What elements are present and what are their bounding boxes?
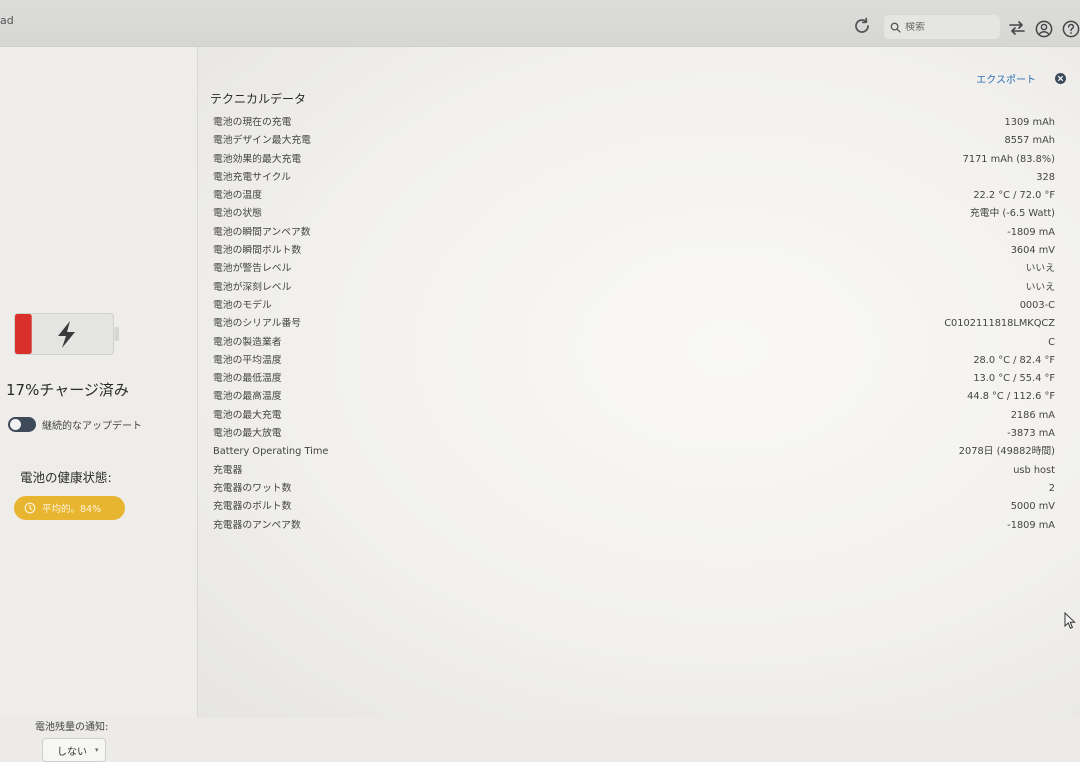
charge-percentage-text: 17%チャージ済み: [6, 381, 129, 399]
data-row-value: 7171 mAh (83.8%): [962, 153, 1055, 165]
data-row: 電池の瞬間ボルト数 3604 mV: [213, 242, 1055, 260]
data-row: 充電器のワット数 2: [213, 480, 1055, 498]
data-row: 電池の状態 充電中 (-6.5 Watt): [213, 205, 1055, 223]
data-row-label: 電池の温度: [213, 190, 262, 202]
data-row: 電池の製造業者 C: [213, 334, 1055, 352]
data-row: 電池が深刻レベル いいえ: [213, 279, 1055, 297]
continuous-update-toggle[interactable]: [8, 417, 36, 432]
data-row-label: 充電器のボルト数: [213, 501, 292, 513]
data-row-label: 電池の瞬間アンペア数: [213, 226, 311, 238]
data-row-value: 2186 mA: [1010, 409, 1055, 421]
help-icon[interactable]: [1062, 20, 1080, 38]
battery-notification-select[interactable]: しない ▾: [42, 738, 106, 762]
data-row-value: 3604 mV: [1010, 245, 1055, 257]
data-row-value: いいえ: [1025, 263, 1055, 275]
data-row-value: 22.2 °C / 72.0 °F: [973, 190, 1055, 202]
data-row-label: 電池効果的最大充電: [213, 153, 302, 165]
mouse-cursor-icon: [1064, 612, 1076, 629]
data-row-value: 0003-C: [1019, 299, 1055, 311]
data-row: 電池の現在の充電 1309 mAh: [213, 114, 1055, 132]
data-row: 電池のモデル 0003-C: [213, 297, 1055, 315]
data-row-label: 電池充電サイクル: [213, 171, 291, 183]
data-row-value: 8557 mAh: [1004, 135, 1055, 147]
data-row-value: -1809 mA: [1007, 226, 1055, 238]
data-row: 充電器のアンペア数 -1809 mA: [213, 517, 1055, 535]
technical-data-title: テクニカルデータ: [210, 92, 307, 106]
export-link[interactable]: エクスポート: [976, 71, 1036, 86]
search-icon: [890, 22, 901, 33]
refresh-icon[interactable]: [852, 16, 872, 36]
battery-notification-label: 電池残量の通知:: [35, 722, 109, 733]
data-row-value: 13.0 °C / 55.4 °F: [973, 373, 1055, 385]
data-row-value: -3873 mA: [1007, 428, 1055, 440]
data-row: 充電器のボルト数 5000 mV: [213, 498, 1055, 516]
data-row: 電池のシリアル番号 C0102111818LMKQCZ: [213, 315, 1055, 333]
data-row: 電池の最低温度 13.0 °C / 55.4 °F: [213, 370, 1055, 388]
data-row-label: 電池の最大充電: [213, 409, 282, 421]
data-row-value: 328: [1036, 171, 1055, 183]
data-row-label: 充電器のワット数: [213, 482, 292, 494]
data-row-value: 1309 mAh: [1004, 117, 1055, 128]
data-row-value: 充電中 (-6.5 Watt): [969, 208, 1055, 220]
data-row-value: 44.8 °C / 112.6 °F: [967, 391, 1055, 403]
data-row-value: C0102111818LMKQCZ: [944, 318, 1055, 330]
close-icon[interactable]: [1055, 73, 1066, 84]
data-row-label: 電池の瞬間ボルト数: [213, 245, 302, 257]
data-row-value: 2078日 (49882時間): [958, 446, 1055, 458]
data-row-label: 電池が深刻レベル: [213, 281, 292, 293]
data-row: 電池の温度 22.2 °C / 72.0 °F: [213, 187, 1055, 205]
search-box[interactable]: [884, 15, 1000, 39]
transfer-icon[interactable]: [1008, 20, 1026, 36]
data-row-value: 5000 mV: [1010, 501, 1055, 513]
sidebar: 17%チャージ済み 継続的なアップデート 電池の健康状態: 平均的。84% 電池…: [0, 47, 198, 762]
data-row-label: 電池デザイン最大充電: [213, 135, 311, 147]
battery-health-badge: 平均的。84%: [14, 496, 125, 520]
data-row: 電池の最大充電 2186 mA: [213, 407, 1055, 425]
data-row-value: -1809 mA: [1007, 519, 1055, 531]
data-row: 電池デザイン最大充電 8557 mAh: [213, 132, 1055, 150]
search-input[interactable]: [905, 21, 989, 33]
continuous-update-label: 継続的なアップデート: [42, 421, 142, 432]
data-row-label: 充電器のアンペア数: [213, 519, 301, 531]
data-row-label: 電池の状態: [213, 208, 262, 220]
battery-health-heading: 電池の健康状態:: [20, 470, 112, 485]
battery-notification-value: しない: [57, 746, 87, 758]
data-row-label: 電池の現在の充電: [213, 117, 292, 128]
data-row-value: いいえ: [1025, 281, 1055, 293]
data-row-label: 電池のモデル: [213, 299, 272, 311]
data-row: 電池効果的最大充電 7171 mAh (83.8%): [213, 151, 1055, 169]
data-row-value: C: [1048, 336, 1055, 348]
data-row: 電池の最高温度 44.8 °C / 112.6 °F: [213, 388, 1055, 406]
technical-data-list: 電池の現在の充電 1309 mAh 電池デザイン最大充電 8557 mAh 電池効果的最…: [213, 114, 1055, 535]
data-row-value: 28.0 °C / 82.4 °F: [973, 354, 1055, 366]
data-row-value: 2: [1048, 482, 1055, 494]
data-row: 電池の平均温度 28.0 °C / 82.4 °F: [213, 352, 1055, 370]
data-row-label: 電池の最低温度: [213, 373, 282, 385]
main-panel: エクスポート テクニカルデータ 電池の現在の充電 1309 mAh 電池デザイン最大…: [198, 47, 1080, 718]
data-row-label: 電池の平均温度: [213, 354, 282, 366]
app-title-fragment: ad: [0, 14, 14, 27]
toolbar: ad: [0, 0, 1080, 47]
data-row-label: 電池のシリアル番号: [213, 318, 302, 330]
data-row: 充電器 usb host: [213, 462, 1055, 480]
data-row-label: 電池の製造業者: [213, 336, 282, 348]
battery-charging-icon: [14, 313, 119, 355]
continuous-update-row: 継続的なアップデート: [8, 417, 142, 432]
data-row-label: 充電器: [213, 464, 243, 476]
data-row-label: Battery Operating Time: [213, 446, 329, 458]
data-row-label: 電池の最高温度: [213, 391, 282, 403]
clock-icon: [24, 502, 36, 514]
data-row: 電池の瞬間アンペア数 -1809 mA: [213, 224, 1055, 242]
data-row: 電池充電サイクル 328: [213, 169, 1055, 187]
chevron-down-icon: ▾: [95, 746, 99, 754]
battery-health-value: 平均的。84%: [42, 504, 102, 515]
data-row: 電池が警告レベル いいえ: [213, 260, 1055, 278]
data-row: 電池の最大放電 -3873 mA: [213, 425, 1055, 443]
data-row: Battery Operating Time 2078日 (49882時間): [213, 443, 1055, 461]
data-row-value: usb host: [1013, 464, 1055, 476]
data-row-label: 電池の最大放電: [213, 428, 282, 440]
data-row-label: 電池が警告レベル: [213, 263, 292, 275]
account-icon[interactable]: [1035, 20, 1053, 38]
